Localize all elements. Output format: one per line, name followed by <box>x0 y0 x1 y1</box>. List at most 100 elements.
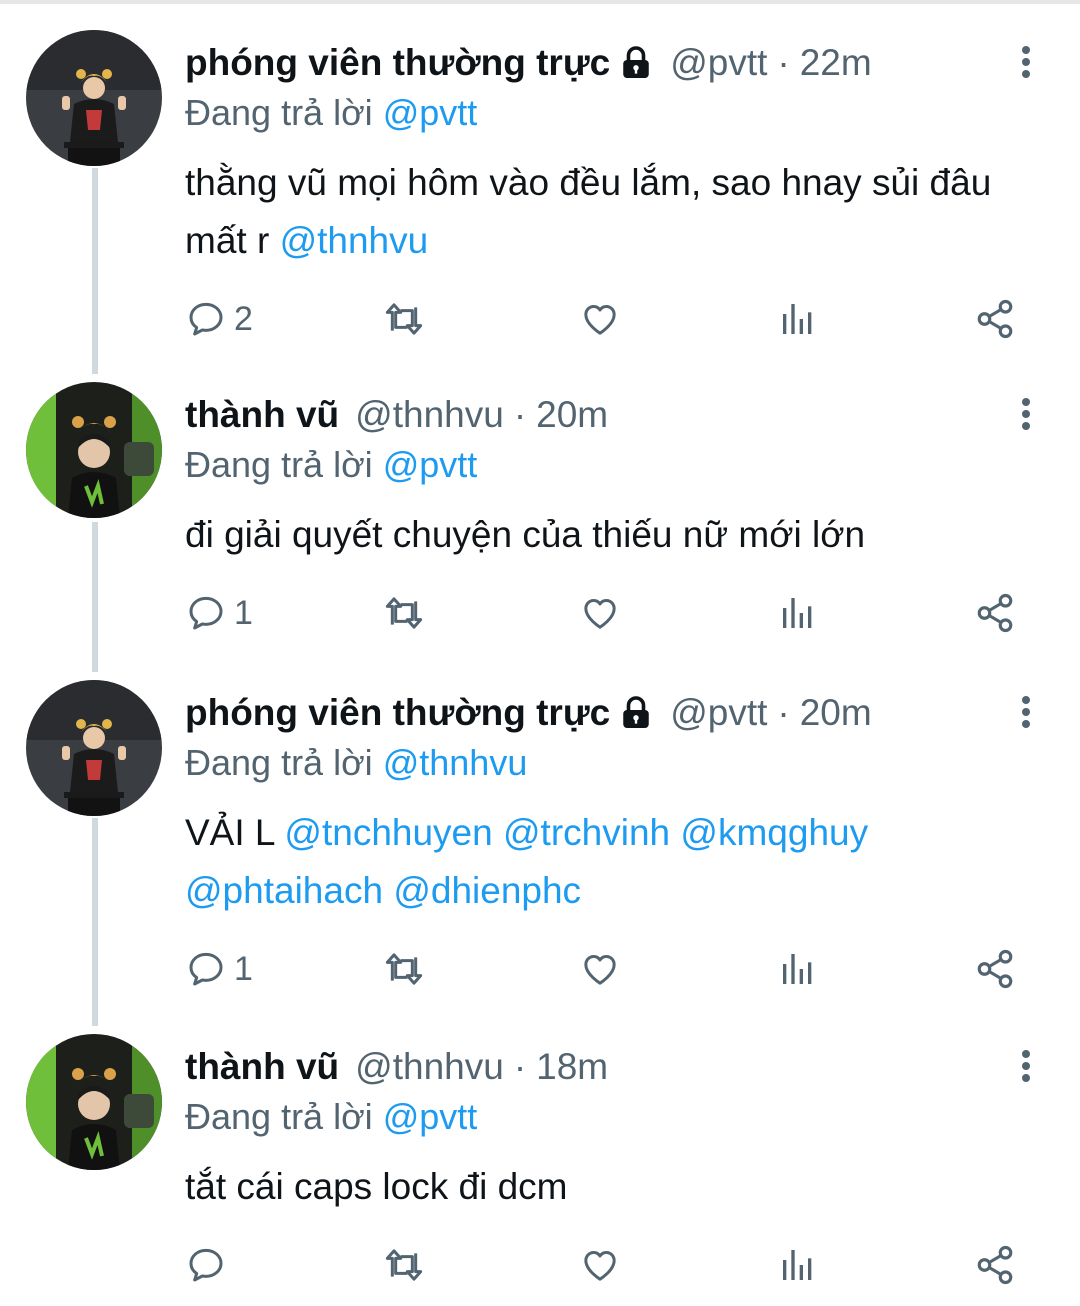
handle[interactable]: @pvtt <box>670 688 767 738</box>
analytics-icon <box>778 593 818 633</box>
handle[interactable]: @thnhvu <box>355 1042 504 1092</box>
mention-link[interactable]: @thnhvu <box>383 742 528 783</box>
action-bar: 2 <box>0 294 1080 344</box>
avatar[interactable] <box>26 680 162 816</box>
reply-button[interactable]: 1 <box>186 944 253 994</box>
like-button[interactable] <box>580 294 620 344</box>
tweet-text-content: tắt cái caps lock đi dcm <box>185 1166 568 1207</box>
mention-link[interactable]: @tnchhuyen <box>284 812 492 853</box>
retweet-button[interactable] <box>382 1240 426 1290</box>
handle[interactable]: @pvtt <box>670 38 767 88</box>
tweet-header: phóng viên thường trực @pvtt · 22m <box>185 38 872 88</box>
tweet-text: thằng vũ mọi hôm vào đều lắm, sao hnay s… <box>185 154 1045 270</box>
reply-icon <box>186 593 226 633</box>
tweet-text: đi giải quyết chuyện của thiếu nữ mới lớ… <box>185 506 1045 564</box>
separator-dot: · <box>777 692 790 733</box>
like-button[interactable] <box>580 1240 620 1290</box>
action-bar: 1 <box>0 588 1080 638</box>
share-icon <box>974 592 1016 634</box>
analytics-button[interactable] <box>778 588 818 638</box>
share-button[interactable] <box>974 588 1016 638</box>
display-name[interactable]: thành vũ <box>185 1042 339 1092</box>
replying-label: Đang trả lời <box>185 92 373 133</box>
share-icon <box>974 298 1016 340</box>
analytics-button[interactable] <box>778 944 818 994</box>
more-icon[interactable] <box>1014 1048 1038 1084</box>
reply-button[interactable] <box>186 1240 234 1290</box>
replying-to: Đang trả lời @pvtt <box>185 440 477 490</box>
reply-button[interactable]: 2 <box>186 294 253 344</box>
display-name[interactable]: phóng viên thường trực <box>185 688 610 738</box>
mention-link[interactable]: @pvtt <box>383 444 478 485</box>
mention-link[interactable]: @trchvinh <box>503 812 670 853</box>
retweet-button[interactable] <box>382 944 426 994</box>
like-icon <box>580 299 620 339</box>
tweet-text: tắt cái caps lock đi dcm <box>185 1158 1045 1216</box>
tweet-text: VẢI L @tnchhuyen @trchvinh @kmqghuy @phta… <box>185 804 1045 920</box>
share-icon <box>974 1244 1016 1286</box>
tweet-text-content: đi giải quyết chuyện của thiếu nữ mới lớ… <box>185 514 866 555</box>
replying-label: Đang trả lời <box>185 742 373 783</box>
retweet-icon <box>382 299 426 339</box>
reply-count: 2 <box>234 299 253 338</box>
more-icon[interactable] <box>1014 694 1038 730</box>
timestamp[interactable]: 18m <box>536 1042 608 1092</box>
reply-button[interactable]: 1 <box>186 588 253 638</box>
display-name[interactable]: thành vũ <box>185 390 339 440</box>
mention-link[interactable]: @dhienphc <box>393 870 581 911</box>
share-icon <box>974 948 1016 990</box>
replying-to: Đang trả lời @thnhvu <box>185 738 527 788</box>
analytics-button[interactable] <box>778 1240 818 1290</box>
tweet-text-content: VẢI L <box>185 812 285 853</box>
action-bar: 1 <box>0 944 1080 994</box>
replying-label: Đang trả lời <box>185 1096 373 1137</box>
lock-icon <box>618 45 654 81</box>
reply-icon <box>186 1245 226 1285</box>
reply-count: 1 <box>234 949 253 988</box>
share-button[interactable] <box>974 1240 1016 1290</box>
lock-icon <box>618 695 654 731</box>
avatar[interactable] <box>26 30 162 166</box>
reply-icon <box>186 949 226 989</box>
timestamp[interactable]: 20m <box>800 688 872 738</box>
mention-link[interactable]: @thnhvu <box>280 220 429 261</box>
retweet-icon <box>382 593 426 633</box>
retweet-button[interactable] <box>382 588 426 638</box>
action-bar <box>0 1240 1080 1290</box>
timestamp[interactable]: 20m <box>536 390 608 440</box>
replying-to: Đang trả lời @pvtt <box>185 1092 477 1142</box>
like-icon <box>580 949 620 989</box>
retweet-icon <box>382 1245 426 1285</box>
share-button[interactable] <box>974 294 1016 344</box>
tweet-header: thành vũ @thnhvu · 20m <box>185 390 608 440</box>
tweet-header: thành vũ @thnhvu · 18m <box>185 1042 608 1092</box>
timestamp[interactable]: 22m <box>800 38 872 88</box>
separator-dot: · <box>513 1046 527 1087</box>
replying-label: Đang trả lời <box>185 444 373 485</box>
like-button[interactable] <box>580 944 620 994</box>
mention-link[interactable]: @pvtt <box>383 1096 478 1137</box>
reply-icon <box>186 299 226 339</box>
mention-link[interactable]: @kmqghuy <box>680 812 868 853</box>
handle[interactable]: @thnhvu <box>355 390 504 440</box>
reply-count: 1 <box>234 593 253 632</box>
top-divider <box>0 0 1080 4</box>
replying-to: Đang trả lời @pvtt <box>185 88 477 138</box>
like-icon <box>580 593 620 633</box>
like-button[interactable] <box>580 588 620 638</box>
retweet-button[interactable] <box>382 294 426 344</box>
avatar[interactable] <box>26 1034 162 1170</box>
analytics-button[interactable] <box>778 294 818 344</box>
mention-link[interactable]: @phtaihach <box>185 870 383 911</box>
share-button[interactable] <box>974 944 1016 994</box>
more-icon[interactable] <box>1014 44 1038 80</box>
more-icon[interactable] <box>1014 396 1038 432</box>
mention-link[interactable]: @pvtt <box>383 92 478 133</box>
avatar[interactable] <box>26 382 162 518</box>
display-name[interactable]: phóng viên thường trực <box>185 38 610 88</box>
analytics-icon <box>778 949 818 989</box>
thread-line <box>92 818 98 1026</box>
like-icon <box>580 1245 620 1285</box>
separator-dot: · <box>777 42 790 83</box>
analytics-icon <box>778 299 818 339</box>
